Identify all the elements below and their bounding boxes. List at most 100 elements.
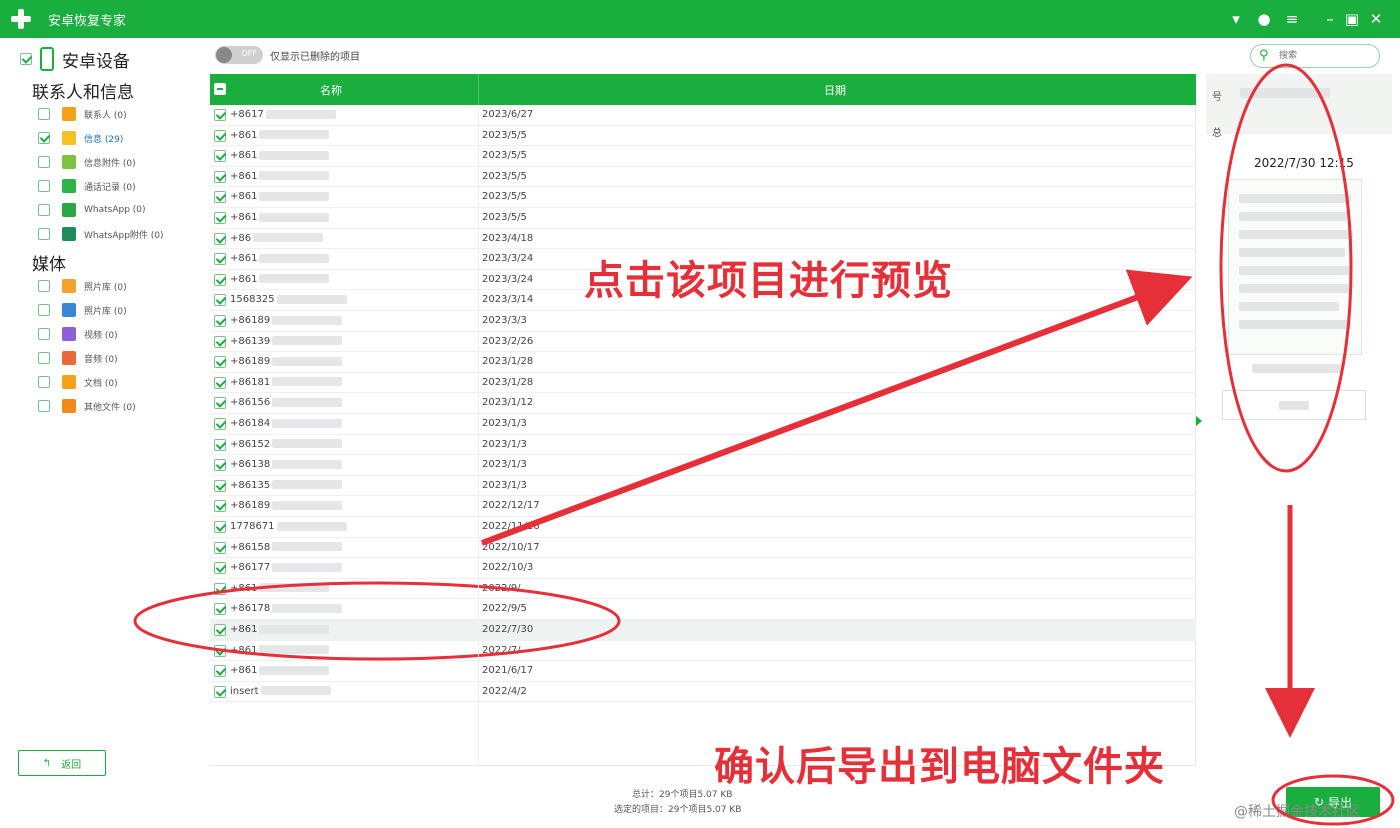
row-checkbox[interactable]: [214, 500, 226, 513]
table-row[interactable]: +861 2021/6/17: [210, 661, 1196, 682]
sidebar-item[interactable]: 信息 (29): [38, 128, 123, 148]
sidebar-item-checkbox[interactable]: [38, 376, 50, 388]
table-row[interactable]: +86135 2023/1/3: [210, 476, 1196, 497]
table-row[interactable]: 1778671 2022/11/16: [210, 517, 1196, 538]
row-checkbox[interactable]: [214, 191, 226, 204]
table-row[interactable]: +861 2023/5/5: [210, 187, 1196, 208]
sidebar-item[interactable]: 通话记录 (0): [38, 176, 136, 196]
row-checkbox[interactable]: [214, 212, 226, 224]
sidebar-item-checkbox[interactable]: [38, 352, 50, 364]
row-checkbox[interactable]: [214, 335, 226, 348]
table-row[interactable]: +861 2023/5/5: [210, 126, 1196, 147]
sidebar-item-checkbox[interactable]: [38, 328, 50, 340]
column-date-header[interactable]: 日期: [824, 82, 846, 98]
sidebar-item-checkbox[interactable]: [38, 180, 50, 192]
table-row[interactable]: +861 2022/7/: [210, 641, 1196, 662]
preview-panel: 号 总 2022/7/30 12:15: [1206, 74, 1392, 444]
sidebar-item[interactable]: WhatsApp (0): [38, 200, 146, 220]
row-checkbox[interactable]: [214, 479, 226, 492]
sidebar-item[interactable]: WhatsApp附件 (0): [38, 224, 164, 244]
table-row[interactable]: +86189 2022/12/17: [210, 496, 1196, 517]
table-row[interactable]: +86181 2023/1/28: [210, 373, 1196, 394]
row-checkbox[interactable]: [214, 232, 226, 245]
table-row[interactable]: +86189 2023/1/28: [210, 352, 1196, 373]
title-bar: 安卓恢复专家 ▾ ● ≡ – ▣ ✕: [0, 0, 1400, 38]
deleted-only-toggle[interactable]: OFF: [215, 46, 263, 64]
row-checkbox[interactable]: [214, 644, 226, 657]
table-row[interactable]: +8617 2023/6/27: [210, 105, 1196, 126]
sidebar-item[interactable]: 视频 (0): [38, 324, 118, 344]
row-checkbox[interactable]: [214, 129, 226, 142]
search-input[interactable]: [1279, 48, 1371, 64]
sidebar-item[interactable]: 其他文件 (0): [38, 396, 136, 416]
row-checkbox[interactable]: [214, 150, 226, 163]
menu-icon[interactable]: ≡: [1282, 9, 1302, 29]
sidebar-item-checkbox[interactable]: [38, 280, 50, 292]
whatsapp-icon: [62, 203, 76, 217]
table-row[interactable]: +86178 2022/9/5: [210, 599, 1196, 620]
row-checkbox[interactable]: [214, 459, 226, 472]
row-checkbox[interactable]: [214, 253, 226, 266]
table-row[interactable]: +86156 2023/1/12: [210, 393, 1196, 414]
close-icon[interactable]: ✕: [1366, 9, 1386, 29]
sidebar-item-checkbox[interactable]: [38, 132, 50, 144]
row-checkbox[interactable]: [214, 665, 226, 678]
row-checkbox[interactable]: [214, 582, 226, 595]
sidebar-item[interactable]: 文档 (0): [38, 372, 118, 392]
row-checkbox[interactable]: [214, 562, 226, 575]
sidebar-item-checkbox[interactable]: [38, 304, 50, 316]
table-row[interactable]: +86177 2022/10/3: [210, 558, 1196, 579]
preview-action-button[interactable]: [1222, 390, 1366, 420]
back-button[interactable]: ↰ 返回: [18, 750, 106, 776]
table-row[interactable]: insert 2022/4/2: [210, 682, 1196, 703]
table-row[interactable]: +861 2023/5/5: [210, 167, 1196, 188]
table-row[interactable]: +861 2023/5/5: [210, 208, 1196, 229]
sidebar-item-checkbox[interactable]: [38, 228, 50, 240]
row-checkbox[interactable]: [214, 541, 226, 554]
row-checkbox[interactable]: [214, 418, 226, 430]
row-checkbox[interactable]: [214, 170, 226, 183]
sidebar-item[interactable]: 照片库 (0): [38, 300, 127, 320]
column-name-header[interactable]: 名称: [320, 82, 342, 98]
row-checkbox[interactable]: [214, 397, 226, 410]
wifi-icon[interactable]: ▾: [1226, 9, 1246, 29]
row-checkbox[interactable]: [214, 438, 226, 451]
table-row[interactable]: +861 2022/9/: [210, 579, 1196, 600]
sidebar-item-checkbox[interactable]: [38, 204, 50, 216]
table-row[interactable]: +861 2023/5/5: [210, 146, 1196, 167]
row-checkbox[interactable]: [214, 273, 226, 286]
sidebar-item[interactable]: 音频 (0): [38, 348, 118, 368]
device-checkbox[interactable]: [20, 53, 32, 65]
table-row[interactable]: +86184 2023/1/3: [210, 414, 1196, 435]
table-row[interactable]: +86158 2022/10/17: [210, 538, 1196, 559]
row-date: 2021/6/17: [482, 665, 534, 677]
table-row[interactable]: +86139 2023/2/26: [210, 332, 1196, 353]
table-row[interactable]: +861 2022/7/30: [210, 620, 1196, 641]
sidebar-item-checkbox[interactable]: [38, 400, 50, 412]
table-row[interactable]: +86152 2023/1/3: [210, 435, 1196, 456]
row-checkbox[interactable]: [214, 109, 226, 121]
row-checkbox[interactable]: [214, 685, 226, 698]
minimize-icon[interactable]: –: [1320, 9, 1340, 29]
sidebar-item-checkbox[interactable]: [38, 156, 50, 168]
device-row[interactable]: 安卓设备: [20, 46, 130, 72]
sidebar-item[interactable]: 信息附件 (0): [38, 152, 136, 172]
table-row[interactable]: +86138 2023/1/3: [210, 455, 1196, 476]
panel-collapse-arrow-icon[interactable]: [1196, 416, 1202, 426]
search-box[interactable]: ⚲: [1250, 44, 1380, 68]
row-checkbox[interactable]: [214, 624, 226, 636]
row-checkbox[interactable]: [214, 521, 226, 533]
sidebar-item[interactable]: 照片库 (0): [38, 276, 127, 296]
table-row[interactable]: +86 2023/4/18: [210, 229, 1196, 250]
row-checkbox[interactable]: [214, 356, 226, 369]
row-checkbox[interactable]: [214, 294, 226, 307]
row-checkbox[interactable]: [214, 315, 226, 327]
feedback-icon[interactable]: ●: [1254, 9, 1274, 29]
row-checkbox[interactable]: [214, 376, 226, 389]
restore-icon[interactable]: ▣: [1342, 9, 1362, 29]
select-all-checkbox[interactable]: [214, 83, 226, 95]
row-checkbox[interactable]: [214, 603, 226, 616]
sidebar-item[interactable]: 联系人 (0): [38, 104, 127, 124]
table-row[interactable]: +86189 2023/3/3: [210, 311, 1196, 332]
sidebar-item-checkbox[interactable]: [38, 108, 50, 120]
